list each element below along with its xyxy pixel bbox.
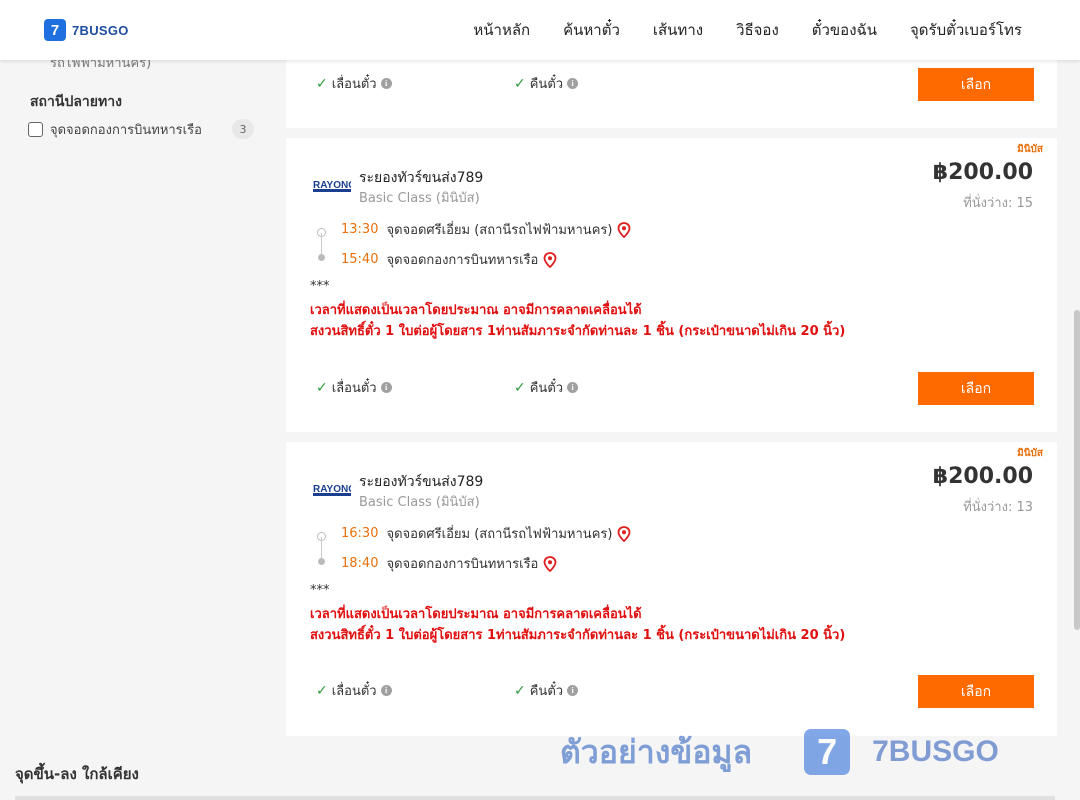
feature-refund-ticket: ✓ คืนตั๋ว i [514,377,712,398]
check-icon: ✓ [316,379,328,396]
trip-features: ✓ เลื่อนตั๋ว i ✓ คืนตั๋ว i [316,377,712,398]
destination-option-label: จุดจอดกองการบินทหารเรือ [50,122,202,138]
map-pin-icon[interactable] [543,251,557,268]
trip-note-time-warning: เวลาที่แสดงเป็นเวลาโดยประมาณ อาจมีการคลา… [310,303,642,318]
operator-name: ระยองทัวร์ขนส่ง789 [359,474,484,490]
vehicle-type-tag: มินิบัส [1017,448,1043,459]
trip-features: ✓ เลื่อนตั๋ว i ✓ คืนตั๋ว i [316,73,712,94]
arrival-time: 15:40 [341,252,379,267]
nearby-points-title: จุดขึ้น-ลง ใกล้เคียง [15,765,139,783]
service-class: Basic Class (มินิบัส) [359,495,480,510]
nav-item-how-to-book[interactable]: วิธีจอง [736,18,779,42]
vehicle-type-tag: มินิบัส [1017,144,1043,155]
checkbox-icon[interactable] [28,121,43,137]
feature-label: เลื่อนตั๋ว [331,684,377,699]
feature-change-ticket: ✓ เลื่อนตั๋ว i [316,680,514,701]
logo-text: 7BUSGO [72,22,129,38]
operator-logo: RAYONG [313,484,351,496]
info-icon[interactable]: i [567,382,579,393]
arrival-dot [318,558,325,565]
trip-price: ฿200.00 [932,464,1033,489]
trip-price: ฿200.00 [932,160,1033,185]
feature-change-ticket: ✓ เลื่อนตั๋ว i [316,377,514,398]
nav-menu: หน้าหลัก ค้นหาตั๋ว เส้นทาง วิธีจอง ตั๋วข… [440,0,1022,60]
brand-logo[interactable]: 7 7BUSGO [44,19,129,41]
trip-card: มินิบัส RAYONG ระยองทัวร์ขนส่ง789 Basic … [286,442,1057,736]
feature-label: คืนตั๋ว [529,381,564,396]
operator-name: ระยองทัวร์ขนส่ง789 [359,170,484,186]
feature-label: เลื่อนตั๋ว [331,381,377,396]
nav-item-search-ticket[interactable]: ค้นหาตั๋ว [563,18,620,42]
trip-note-time-warning: เวลาที่แสดงเป็นเวลาโดยประมาณ อาจมีการคลา… [310,607,642,622]
nav-item-pickup-points[interactable]: จุดรับตั๋วเบอร์โทร [910,18,1022,42]
route-line [321,537,322,560]
info-icon[interactable]: i [567,78,579,89]
departure-stop-name: จุดจอดศรีเอี่ยม (สถานีรถไฟฟ้ามหานคร) [386,223,613,238]
watermark-brand: 7BUSGO [872,735,999,768]
top-navbar: 7 7BUSGO หน้าหลัก ค้นหาตั๋ว เส้นทาง วิธี… [0,0,1080,60]
trip-note-marker: *** [310,583,330,598]
route-line [321,233,322,256]
info-icon[interactable]: i [567,685,579,696]
nav-item-home[interactable]: หน้าหลัก [473,18,530,42]
option-count-badge: 3 [232,119,254,139]
select-trip-button[interactable]: เลือก [918,675,1034,708]
feature-label: คืนตั๋ว [529,77,564,92]
logo-mark: 7 [44,19,66,41]
feature-change-ticket: ✓ เลื่อนตั๋ว i [316,73,514,94]
nav-item-routes[interactable]: เส้นทาง [653,18,703,42]
departure-stop: 16:30 จุดจอดศรีเอี่ยม (สถานีรถไฟฟ้ามหานค… [341,523,631,544]
check-icon: ✓ [514,682,526,699]
feature-refund-ticket: ✓ คืนตั๋ว i [514,680,712,701]
watermark-text: ตัวอย่างข้อมูล [560,732,753,771]
check-icon: ✓ [316,75,328,92]
trip-note-baggage: สงวนสิทธิ์ตั๋ว 1 ใบต่อผู้โดยสาร 1ท่านสัม… [310,324,846,339]
check-icon: ✓ [514,75,526,92]
info-icon[interactable]: i [380,685,392,696]
map-pin-icon[interactable] [617,525,631,542]
operator-logo: RAYONG [313,180,351,192]
departure-time: 16:30 [341,526,379,541]
destination-filter-option[interactable]: จุดจอดกองการบินทหารเรือ 3 [28,118,254,140]
nav-item-my-tickets[interactable]: ตั๋วของฉัน [812,18,877,42]
arrival-stop: 15:40 จุดจอดกองการบินทหารเรือ [341,249,557,270]
page-scrollbar[interactable] [1074,310,1080,630]
arrival-time: 18:40 [341,556,379,571]
feature-refund-ticket: ✓ คืนตั๋ว i [514,73,712,94]
check-icon: ✓ [316,682,328,699]
info-icon[interactable]: i [380,382,392,393]
seats-available: ที่นั่งว่าง: 13 [963,500,1033,515]
select-trip-button[interactable]: เลือก [918,68,1034,101]
svg-text:RAYONG: RAYONG [313,180,351,191]
arrival-stop-name: จุดจอดกองการบินทหารเรือ [386,253,539,268]
trip-features: ✓ เลื่อนตั๋ว i ✓ คืนตั๋ว i [316,680,712,701]
departure-time: 13:30 [341,222,379,237]
info-icon[interactable]: i [380,78,392,89]
trip-note-marker: *** [310,279,330,294]
map-pin-icon[interactable] [543,555,557,572]
arrival-stop: 18:40 จุดจอดกองการบินทหารเรือ [341,553,557,574]
filter-sidebar: รถไฟฟ้ามหานคร) สถานีปลายทาง จุดจอดกองการ… [0,0,270,800]
arrival-dot [318,254,325,261]
section-divider [15,796,1055,800]
trip-note-baggage: สงวนสิทธิ์ตั๋ว 1 ใบต่อผู้โดยสาร 1ท่านสัม… [310,628,846,643]
map-pin-icon[interactable] [617,221,631,238]
select-trip-button[interactable]: เลือก [918,372,1034,405]
service-class: Basic Class (มินิบัส) [359,191,480,206]
seats-available: ที่นั่งว่าง: 15 [963,196,1033,211]
feature-label: เลื่อนตั๋ว [331,77,377,92]
sample-data-watermark: ตัวอย่างข้อมูล 7 7BUSGO [560,722,1020,782]
check-icon: ✓ [514,379,526,396]
trip-card: มินิบัส RAYONG ระยองทัวร์ขนส่ง789 Basic … [286,138,1057,432]
watermark-logo-mark: 7 [804,729,851,775]
departure-stop: 13:30 จุดจอดศรีเอี่ยม (สถานีรถไฟฟ้ามหานค… [341,219,631,240]
arrival-stop-name: จุดจอดกองการบินทหารเรือ [386,557,539,572]
feature-label: คืนตั๋ว [529,684,564,699]
destination-filter-title: สถานีปลายทาง [30,94,122,110]
svg-text:RAYONG: RAYONG [313,484,351,495]
departure-stop-name: จุดจอดศรีเอี่ยม (สถานีรถไฟฟ้ามหานคร) [386,527,613,542]
